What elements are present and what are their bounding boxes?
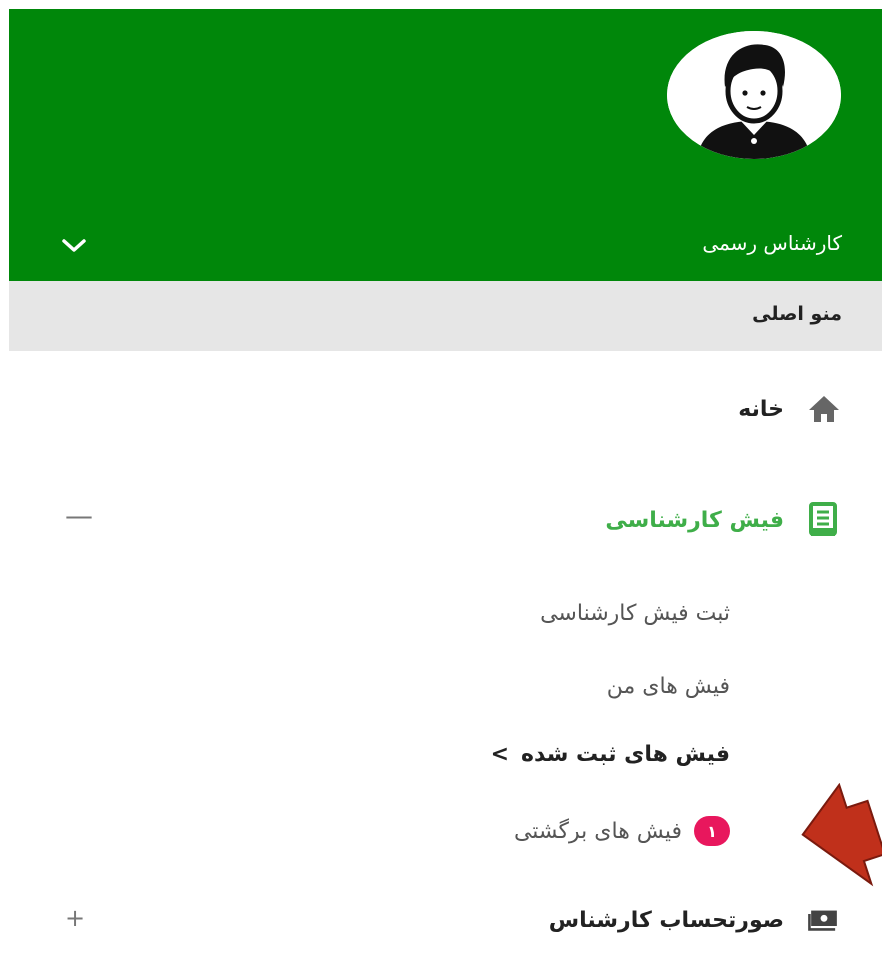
sidebar-panel: کارشناس رسمی منو اصلی خانه فیش کارشناسی	[9, 9, 882, 968]
main-menu-section: منو اصلی	[9, 281, 882, 351]
invoice-icon	[806, 902, 842, 938]
submenu-item-registered-receipts[interactable]: فیش های ثبت شده >	[491, 742, 730, 767]
section-title: منو اصلی	[752, 303, 842, 325]
submenu-item-returned-receipts[interactable]: ۱ فیش های برگشتی	[514, 816, 730, 846]
submenu-item-label: فیش های برگشتی	[513, 818, 682, 844]
user-header: کارشناس رسمی	[9, 9, 882, 281]
submenu-item-label: فیش های ثبت شده	[521, 742, 730, 767]
red-arrow-annotation-icon	[801, 783, 882, 887]
notification-badge: ۱	[694, 816, 730, 846]
sidebar-item-expert-receipt[interactable]: فیش کارشناسی	[605, 502, 842, 538]
sidebar-item-home[interactable]: خانه	[738, 391, 842, 427]
user-role-label: کارشناس رسمی	[702, 231, 842, 255]
sidebar-item-label: خانه	[738, 396, 784, 422]
submenu-item-label: فیش های من	[606, 674, 730, 699]
submenu-item-register-receipt[interactable]: ثبت فیش کارشناسی	[540, 601, 730, 626]
user-avatar-icon	[667, 31, 841, 159]
receipt-icon	[806, 502, 842, 538]
sidebar-item-expert-invoice[interactable]: صورتحساب کارشناس	[549, 902, 842, 938]
home-icon	[806, 391, 842, 427]
avatar[interactable]	[667, 31, 841, 159]
expand-toggle[interactable]: +	[65, 904, 85, 932]
sidebar-item-label: صورتحساب کارشناس	[548, 907, 784, 933]
chevron-icon: >	[490, 742, 509, 767]
sidebar-item-label: فیش کارشناسی	[605, 507, 784, 533]
collapse-toggle[interactable]: —	[65, 499, 93, 532]
submenu-item-my-receipts[interactable]: فیش های من	[607, 674, 730, 699]
submenu-item-label: ثبت فیش کارشناسی	[540, 601, 730, 626]
chevron-down-icon[interactable]	[61, 235, 87, 255]
